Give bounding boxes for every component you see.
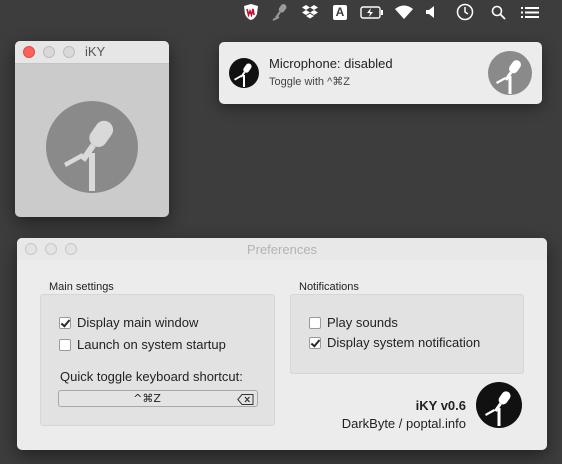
battery-icon[interactable] <box>359 2 385 22</box>
launch-on-startup-checkbox[interactable] <box>59 338 71 351</box>
shield-icon[interactable] <box>242 2 260 22</box>
play-sounds-checkbox[interactable] <box>309 316 321 329</box>
text-input-icon[interactable]: A <box>331 2 349 22</box>
launch-on-startup-row[interactable]: Launch on system startup <box>59 337 226 352</box>
menu-list-icon[interactable] <box>520 2 540 22</box>
clear-shortcut-icon[interactable] <box>237 393 254 405</box>
minimize-button[interactable] <box>43 46 55 58</box>
close-button[interactable] <box>23 46 35 58</box>
microphone-icon[interactable] <box>268 2 292 22</box>
preferences-titlebar[interactable]: Preferences <box>17 238 547 260</box>
menu-bar: A <box>0 0 562 24</box>
notification-subtitle: Toggle with ^⌘Z <box>269 76 350 88</box>
app-version: iKY v0.6 <box>415 398 466 413</box>
display-main-window-label: Display main window <box>77 315 199 330</box>
microphone-icon <box>229 58 259 91</box>
clock-icon[interactable] <box>455 2 475 22</box>
shortcut-value: ^⌘Z <box>133 392 161 405</box>
dropbox-icon[interactable] <box>300 2 320 22</box>
display-notification-checkbox[interactable] <box>309 336 321 349</box>
notification-title: Microphone: disabled <box>269 56 393 71</box>
main-settings-label: Main settings <box>49 281 114 293</box>
volume-icon[interactable] <box>423 2 439 22</box>
notifications-label: Notifications <box>299 281 359 293</box>
input-source-letter: A <box>333 4 347 20</box>
notification-banner[interactable]: Microphone: disabled Toggle with ^⌘Z <box>219 42 542 104</box>
app-author: DarkByte / poptal.info <box>341 416 466 431</box>
play-sounds-label: Play sounds <box>327 315 398 330</box>
app-icon <box>488 51 532 98</box>
launch-on-startup-label: Launch on system startup <box>77 337 226 352</box>
display-main-window-row[interactable]: Display main window <box>59 315 198 330</box>
display-notification-label: Display system notification <box>327 335 481 350</box>
shortcut-label: Quick toggle keyboard shortcut: <box>60 369 243 384</box>
preferences-window: Preferences Main settings Display main w… <box>17 238 547 450</box>
main-window-titlebar[interactable]: iKY <box>15 41 169 64</box>
display-notification-row[interactable]: Display system notification <box>309 335 480 350</box>
display-main-window-checkbox[interactable] <box>59 316 71 329</box>
window-title: iKY <box>85 44 106 59</box>
app-logo-icon <box>476 382 522 431</box>
search-icon[interactable] <box>489 2 507 22</box>
notifications-group <box>290 294 524 374</box>
wifi-icon[interactable] <box>393 2 415 22</box>
shortcut-field[interactable]: ^⌘Z <box>58 390 258 407</box>
microphone-toggle-icon[interactable] <box>46 101 138 196</box>
main-window: iKY <box>15 41 169 217</box>
window-title: Preferences <box>246 242 318 257</box>
play-sounds-row[interactable]: Play sounds <box>309 315 398 330</box>
zoom-button[interactable] <box>63 46 75 58</box>
